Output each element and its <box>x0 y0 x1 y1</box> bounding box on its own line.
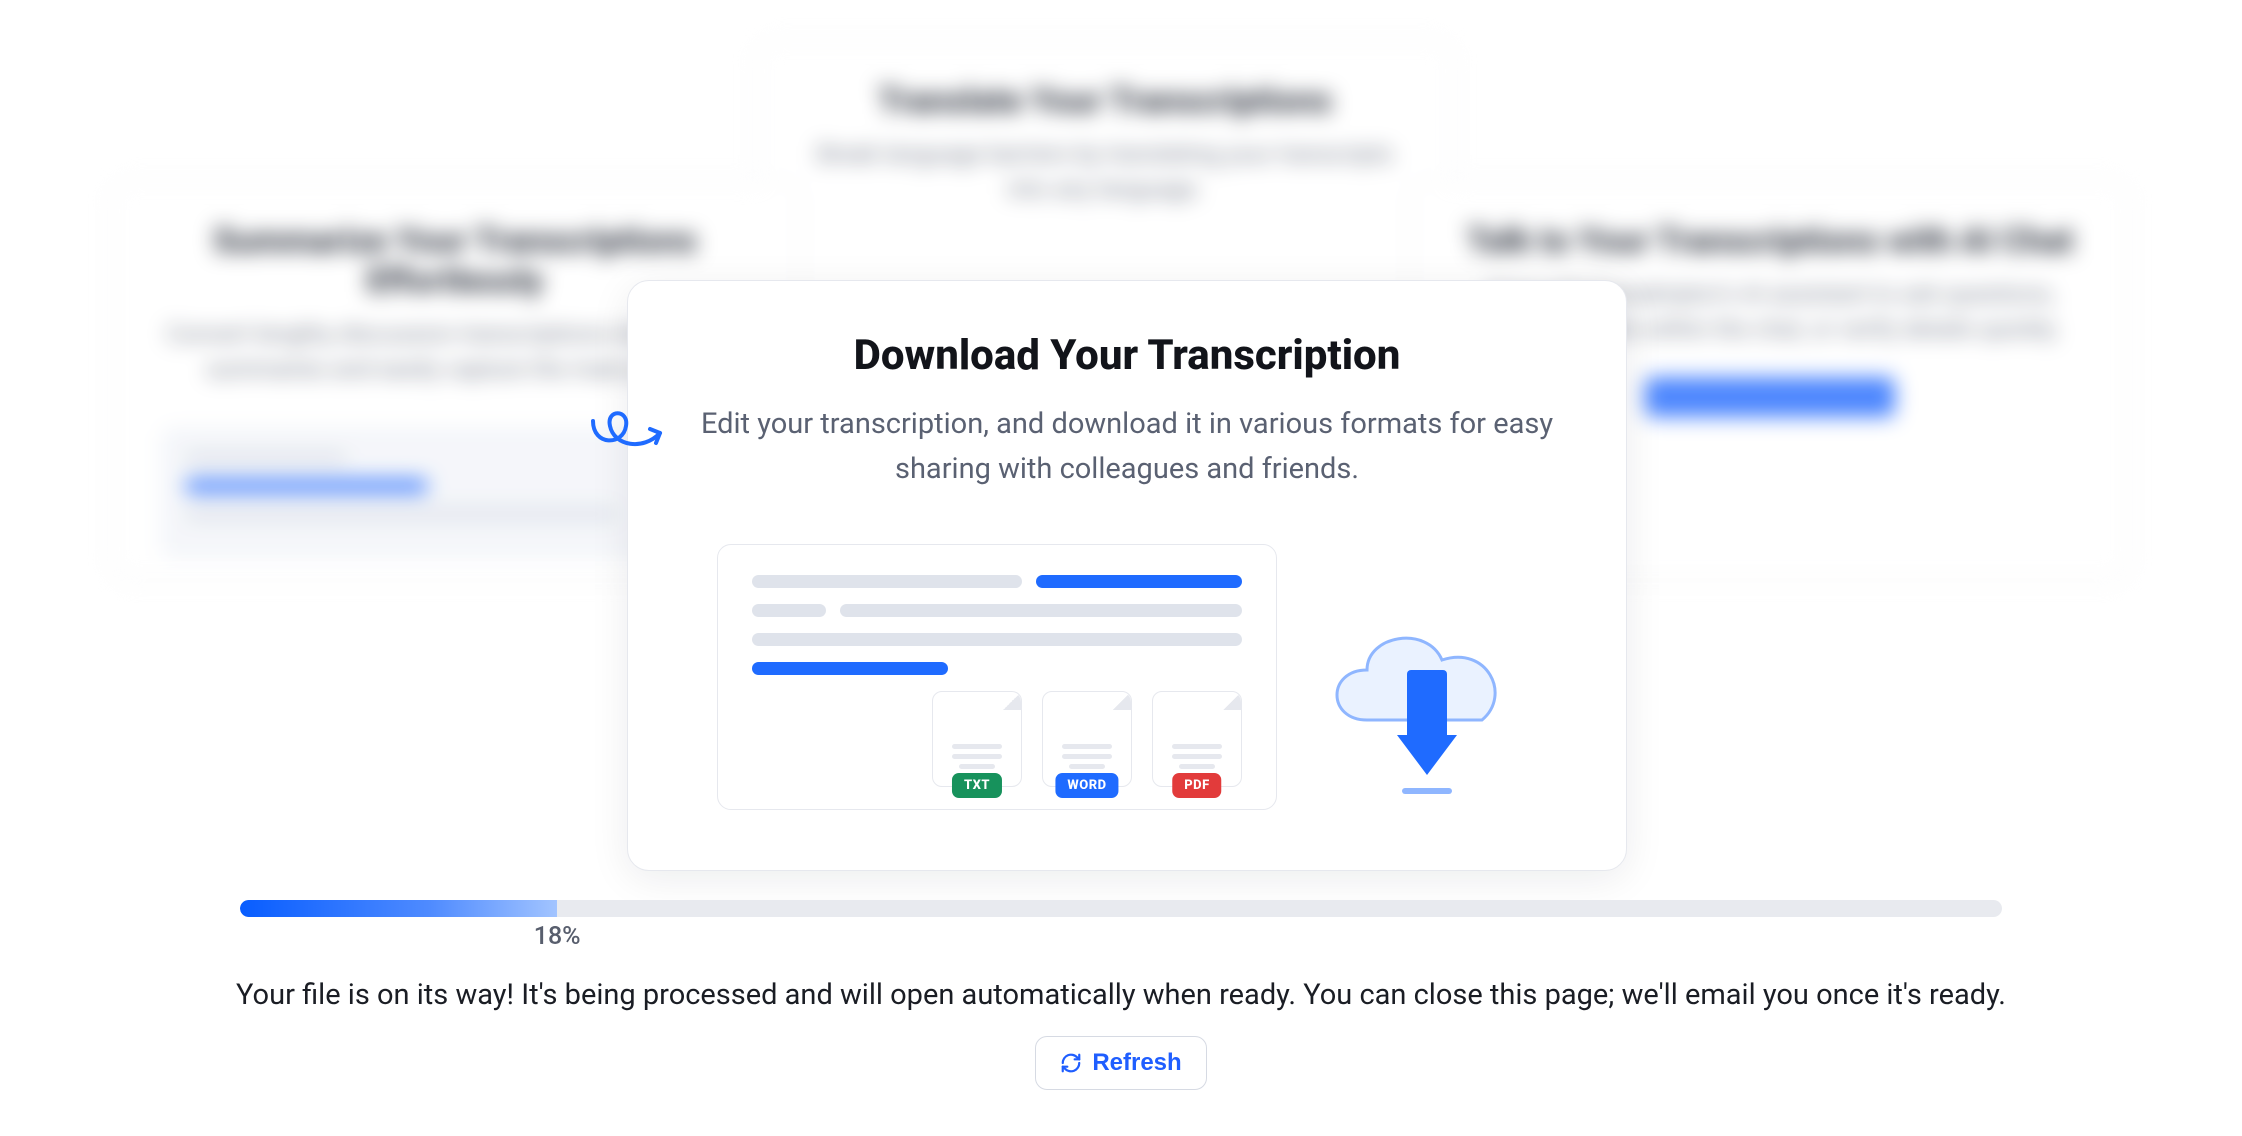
format-badge-pdf: PDF <box>1172 773 1221 798</box>
format-page-txt: TXT <box>932 691 1022 787</box>
format-page-pdf: PDF <box>1152 691 1242 787</box>
progress-percent-label: 18% <box>534 922 581 951</box>
bg-card-title: Talk to Your Transcriptions with AI Chat <box>1461 221 2079 261</box>
document-preview: TXT WORD PDF <box>717 544 1277 810</box>
cloud-download-icon <box>1307 610 1537 810</box>
curly-arrow-icon <box>588 391 668 461</box>
progress-fill <box>240 900 557 917</box>
feature-title: Download Your Transcription <box>688 331 1566 380</box>
format-badge-txt: TXT <box>952 773 1002 798</box>
format-badge-word: WORD <box>1055 773 1118 798</box>
progress-section: 18% <box>240 900 2002 917</box>
refresh-button[interactable]: Refresh <box>1035 1036 1206 1090</box>
feature-card-download: Download Your Transcription Edit your tr… <box>627 280 1627 871</box>
status-message: Your file is on its way! It's being proc… <box>0 978 2242 1012</box>
refresh-label: Refresh <box>1092 1049 1181 1077</box>
feature-illustration: TXT WORD PDF <box>688 544 1566 810</box>
bg-card-title: Translate Your Transcriptions <box>806 81 1404 121</box>
refresh-icon <box>1060 1052 1082 1074</box>
bg-card-desc: Break language barriers by translating y… <box>806 137 1404 207</box>
feature-subtitle: Edit your transcription, and download it… <box>688 402 1566 492</box>
progress-bar <box>240 900 2002 917</box>
format-page-word: WORD <box>1042 691 1132 787</box>
